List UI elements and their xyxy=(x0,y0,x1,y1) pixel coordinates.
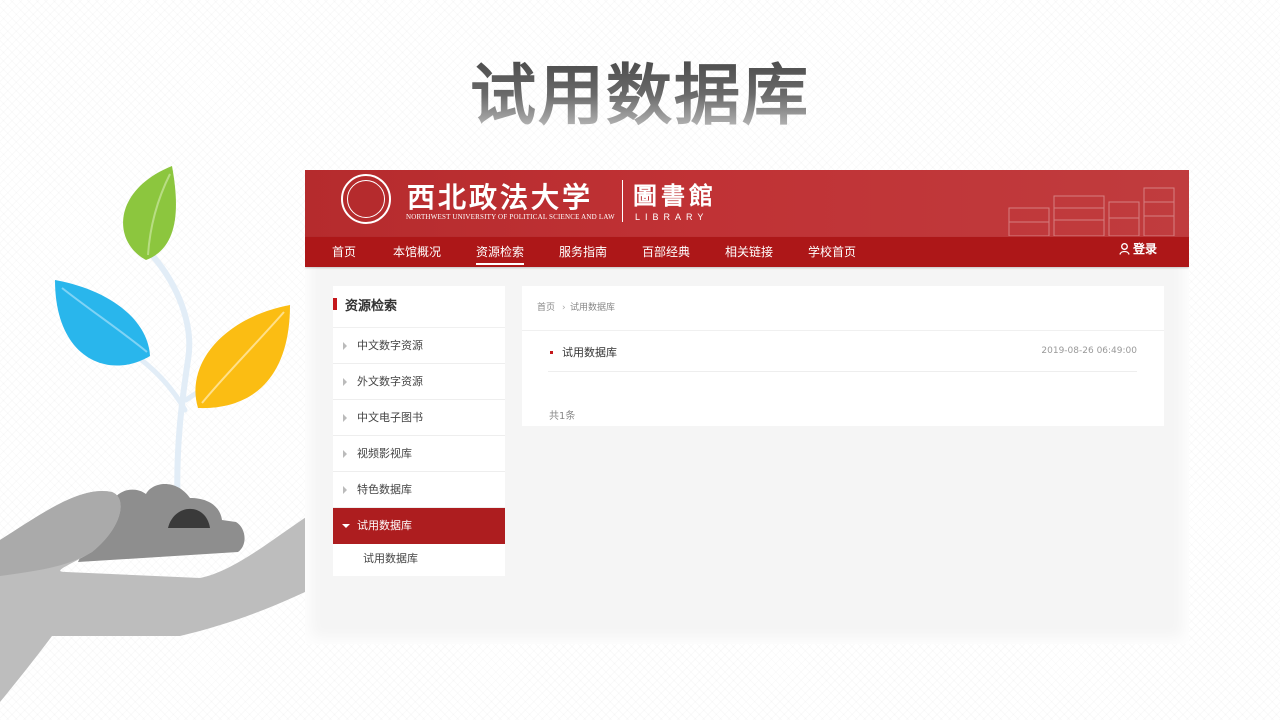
nav-item-related-links[interactable]: 相关链接 xyxy=(725,237,773,267)
main-nav: 首页 本馆概况 资源检索 服务指南 百部经典 相关链接 学校首页 xyxy=(305,237,1189,267)
result-count: 共1条 xyxy=(549,411,576,422)
sidebar-item-label: 试用数据库 xyxy=(357,519,412,532)
sidebar-item-label: 外文数字资源 xyxy=(357,375,423,388)
bullet-icon xyxy=(550,351,553,354)
sidebar-item-chinese-digital[interactable]: 中文数字资源 xyxy=(333,328,505,364)
sidebar-item-foreign-digital[interactable]: 外文数字资源 xyxy=(333,364,505,400)
login-label: 登录 xyxy=(1132,242,1157,256)
list-item-title[interactable]: 试用数据库 xyxy=(562,344,617,360)
login-button[interactable]: 登录 xyxy=(1119,237,1157,261)
content-panel: 首页 › 试用数据库 试用数据库 2019-08-26 06:49:00 共1条 xyxy=(522,286,1164,426)
breadcrumb-separator-icon: › xyxy=(562,303,566,313)
sidebar: 资源检索 中文数字资源 外文数字资源 中文电子图书 视频影视库 特色数据库 试用… xyxy=(333,286,505,576)
campus-buildings-illustration xyxy=(1008,187,1175,236)
caret-down-icon xyxy=(342,524,350,528)
sidebar-item-label: 视频影视库 xyxy=(357,447,412,460)
sidebar-item-video-library[interactable]: 视频影视库 xyxy=(333,436,505,472)
library-name: 圖書館 xyxy=(633,181,717,210)
nav-item-about[interactable]: 本馆概况 xyxy=(393,237,441,267)
list-item-date: 2019-08-26 06:49:00 xyxy=(1041,346,1137,356)
caret-right-icon xyxy=(343,342,347,350)
sidebar-item-special-databases[interactable]: 特色数据库 xyxy=(333,472,505,508)
sidebar-header-marker xyxy=(333,298,337,310)
library-name-english: LIBRARY xyxy=(635,212,709,222)
sidebar-subitem-label: 试用数据库 xyxy=(363,552,418,565)
nav-item-home[interactable]: 首页 xyxy=(332,237,356,267)
breadcrumb-current: 试用数据库 xyxy=(570,303,616,313)
breadcrumb-home-link[interactable]: 首页 xyxy=(537,286,555,331)
library-banner: 西北政法大学 NORTHWEST UNIVERSITY OF POLITICAL… xyxy=(305,170,1189,237)
university-name: 西北政法大学 xyxy=(407,181,594,214)
nav-item-resource-search[interactable]: 资源检索 xyxy=(476,237,525,267)
library-website-screenshot: 西北政法大学 NORTHWEST UNIVERSITY OF POLITICAL… xyxy=(305,170,1189,644)
nav-item-school-home[interactable]: 学校首页 xyxy=(808,237,856,267)
sidebar-item-label: 特色数据库 xyxy=(357,483,412,496)
breadcrumb: 首页 › 试用数据库 xyxy=(522,286,1164,331)
sidebar-title: 资源检索 xyxy=(345,299,398,314)
caret-right-icon xyxy=(343,414,347,422)
plant-in-hand-illustration xyxy=(0,166,330,702)
sidebar-item-chinese-ebooks[interactable]: 中文电子图书 xyxy=(333,400,505,436)
sidebar-subitem-trial-databases[interactable]: 试用数据库 xyxy=(333,544,505,574)
sidebar-item-label: 中文数字资源 xyxy=(357,339,423,352)
university-seal-logo xyxy=(341,174,391,224)
caret-right-icon xyxy=(343,378,347,386)
sidebar-item-label: 中文电子图书 xyxy=(357,411,423,424)
nav-item-classics[interactable]: 百部经典 xyxy=(642,237,690,267)
sidebar-header: 资源检索 xyxy=(333,286,505,328)
logo-divider xyxy=(622,180,623,222)
user-icon xyxy=(1119,243,1130,255)
sidebar-item-trial-databases[interactable]: 试用数据库 xyxy=(333,508,505,544)
caret-right-icon xyxy=(343,450,347,458)
university-name-english: NORTHWEST UNIVERSITY OF POLITICAL SCIENC… xyxy=(406,213,615,221)
nav-item-service-guide[interactable]: 服务指南 xyxy=(559,237,607,267)
list-item[interactable]: 试用数据库 2019-08-26 06:49:00 xyxy=(548,336,1137,372)
caret-right-icon xyxy=(343,486,347,494)
slide-title: 试用数据库 xyxy=(0,42,1280,138)
